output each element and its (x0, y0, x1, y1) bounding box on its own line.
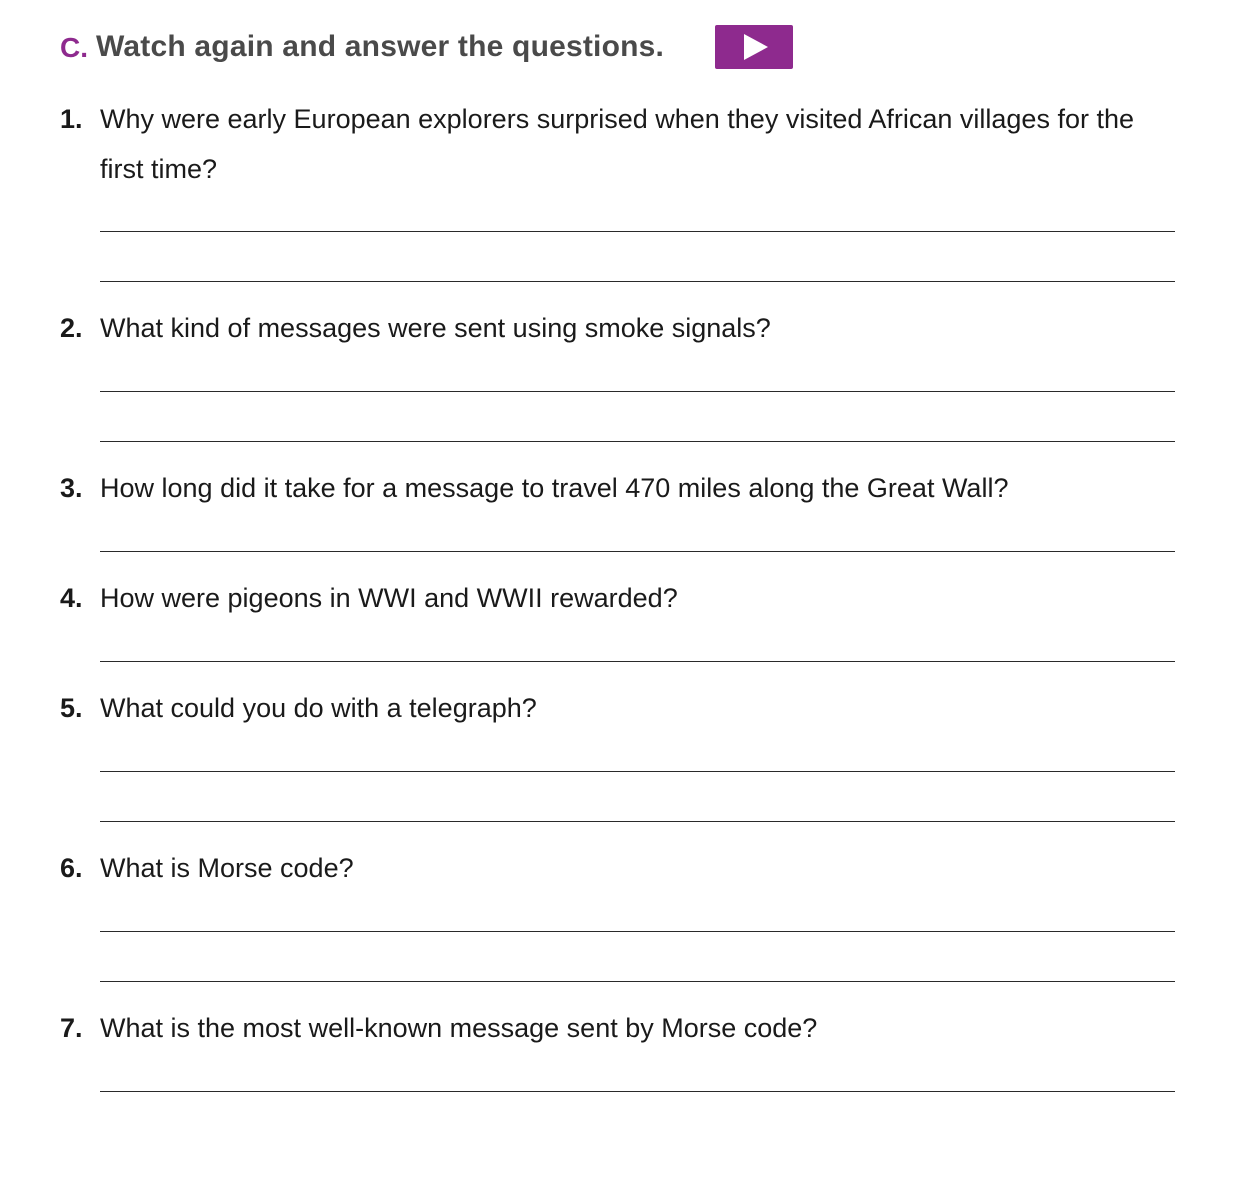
play-video-button[interactable] (715, 25, 793, 69)
question-text: How long did it take for a message to tr… (100, 473, 1009, 503)
question-text: What is the most well-known message sent… (100, 1013, 818, 1043)
answer-line[interactable] (100, 551, 1175, 552)
answer-line[interactable] (100, 281, 1175, 282)
answer-line[interactable] (100, 771, 1175, 772)
answer-line[interactable] (100, 231, 1175, 232)
answer-line[interactable] (100, 661, 1175, 662)
question-number: 1. (60, 104, 83, 134)
answer-line[interactable] (100, 441, 1175, 442)
play-icon (744, 34, 768, 60)
question-number: 5. (60, 693, 83, 723)
answer-line[interactable] (100, 391, 1175, 392)
answer-line[interactable] (100, 1091, 1175, 1092)
section-title: Watch again and answer the questions. (96, 30, 665, 63)
answer-line[interactable] (100, 931, 1175, 932)
section-header: C. Watch again and answer the questions. (60, 24, 793, 70)
answer-line[interactable] (100, 981, 1175, 982)
section-letter: C. (60, 32, 88, 63)
question-number: 7. (60, 1013, 83, 1043)
question-number: 2. (60, 313, 83, 343)
question-text: What kind of messages were sent using sm… (100, 313, 771, 343)
question-text: What is Morse code? (100, 853, 354, 883)
question-number: 3. (60, 473, 83, 503)
question-number: 6. (60, 853, 83, 883)
question-number: 4. (60, 583, 83, 613)
question-text: How were pigeons in WWI and WWII rewarde… (100, 583, 678, 613)
question-text: Why were early European explorers surpri… (100, 104, 1134, 184)
answer-line[interactable] (100, 821, 1175, 822)
question-text: What could you do with a telegraph? (100, 693, 537, 723)
